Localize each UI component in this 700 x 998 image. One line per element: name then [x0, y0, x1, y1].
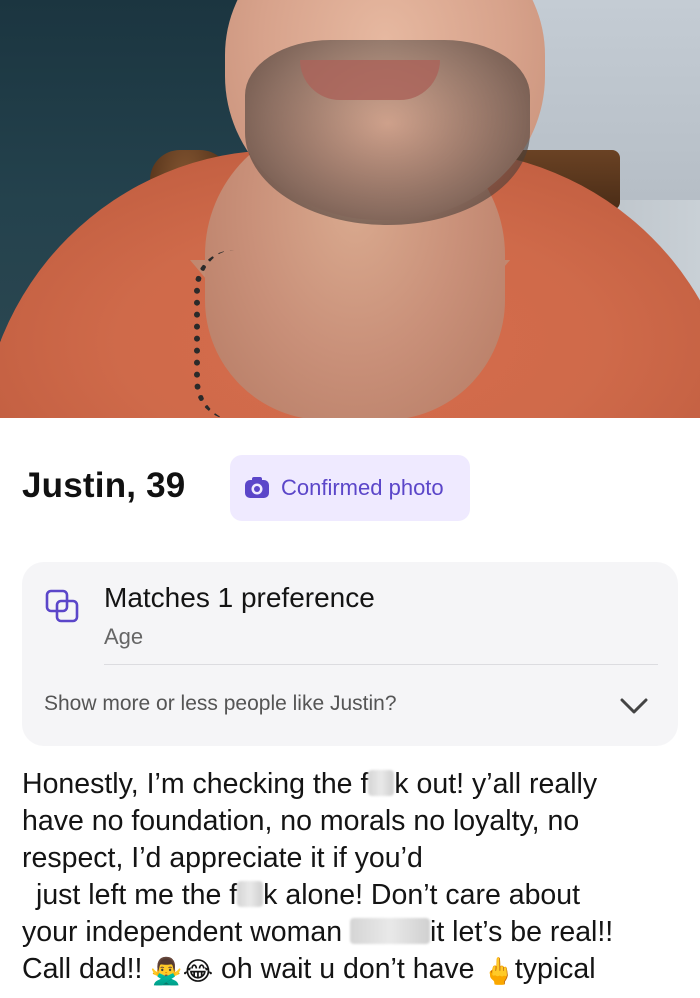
- chevron-down-icon[interactable]: [614, 690, 654, 722]
- man-gesturing-no-emoji: 🙅‍♂️: [150, 956, 183, 986]
- censor-blur: [368, 770, 395, 796]
- bio-line: just left me the fk alone! Don’t care ab…: [36, 879, 581, 911]
- bio-line: your independent woman it let’s be real!…: [22, 916, 614, 948]
- divider: [104, 664, 658, 665]
- censor-blur: [237, 881, 264, 907]
- bio-line: respect, I’d appreciate it if you’d: [22, 842, 423, 874]
- middle-finger-emoji: 🖕: [482, 956, 515, 986]
- bio-line: Honestly, I’m checking the fk out! y’all…: [22, 768, 598, 800]
- laughing-emoji: 😂: [182, 956, 214, 986]
- preference-title: Matches 1 preference: [104, 582, 375, 613]
- preference-card: Matches 1 preference Age Show more or le…: [22, 562, 678, 746]
- preference-subtitle: Age: [104, 624, 144, 649]
- badge-label: Confirmed photo: [281, 475, 444, 500]
- confirmed-photo-badge[interactable]: Confirmed photo: [230, 455, 470, 521]
- bio-line: have no foundation, no morals no loyalty…: [22, 805, 580, 837]
- overlapping-squares-icon: [44, 588, 80, 624]
- show-more-less-link[interactable]: Show more or less people like Justin?: [44, 692, 397, 716]
- bio-line: Call dad!! 🙅‍♂️😂 oh wait u don’t have 🖕t…: [22, 951, 682, 990]
- bio-text: Honestly, I’m checking the fk out! y’all…: [22, 766, 682, 990]
- camera-icon: [242, 473, 272, 503]
- profile-name-age: Justin, 39: [22, 466, 186, 505]
- censor-blur: [349, 918, 430, 944]
- profile-photo[interactable]: [0, 0, 700, 418]
